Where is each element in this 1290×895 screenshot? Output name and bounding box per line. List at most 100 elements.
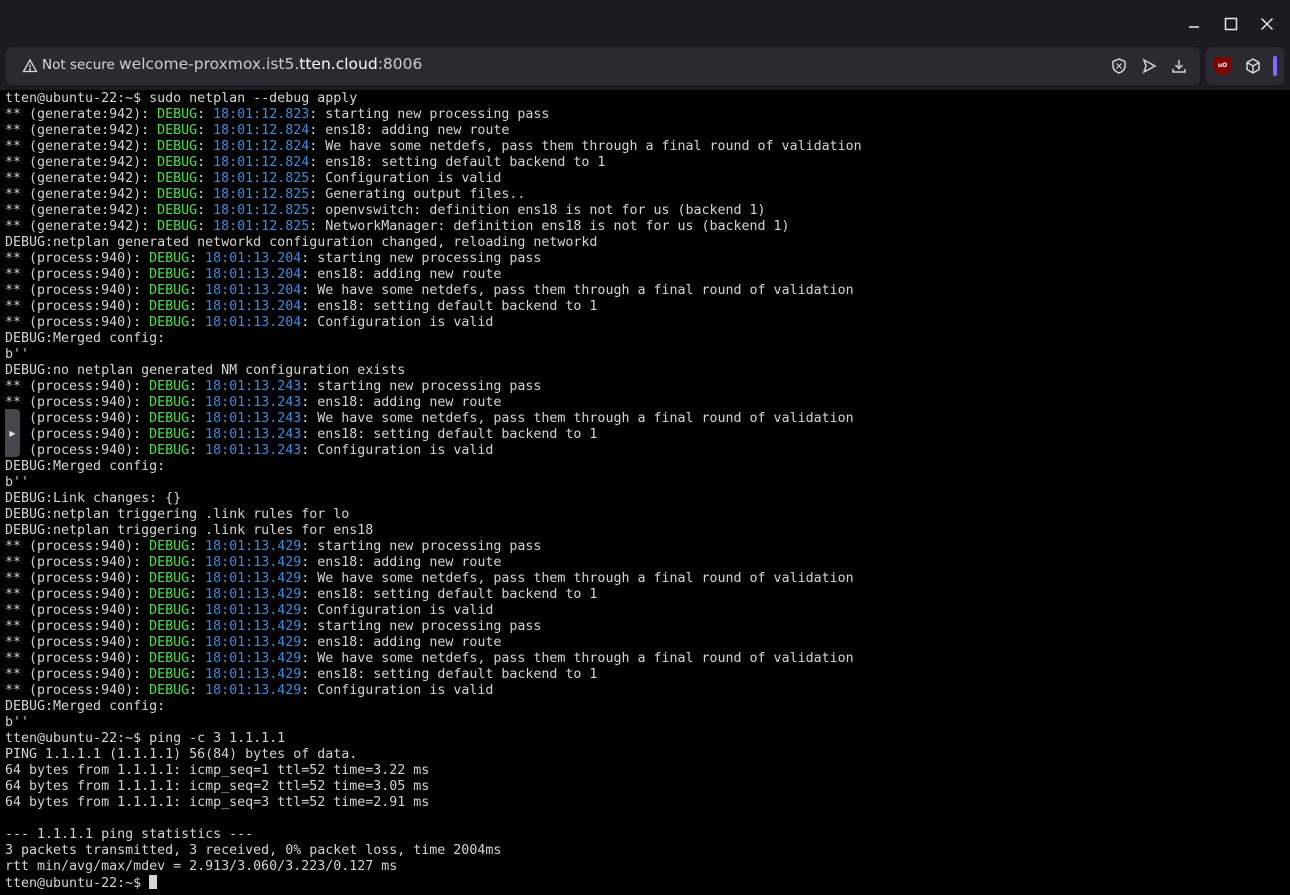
terminal-text-segment: :: [197, 123, 214, 138]
terminal-text-segment: :: [189, 539, 206, 554]
terminal-text-segment: ** (process:940):: [5, 267, 150, 282]
terminal-line: 3 packets transmitted, 3 received, 0% pa…: [5, 843, 862, 859]
ublock-icon[interactable]: uO: [1214, 57, 1231, 75]
timestamp: 18:01:12.825: [213, 187, 310, 202]
terminal-text-segment: ** (process:940):: [5, 283, 150, 298]
terminal-output[interactable]: tten@ubuntu-22:~$ sudo netplan --debug a…: [0, 90, 1290, 895]
shield-icon[interactable]: [1110, 57, 1128, 75]
terminal-text-segment: :: [189, 635, 206, 650]
terminal-line: ** (generate:942): DEBUG: 18:01:12.825: …: [5, 203, 862, 219]
debug-keyword: DEBUG: [149, 555, 190, 570]
terminal-text-segment: :: [189, 395, 206, 410]
terminal-text-segment: : ens18: adding new route: [301, 555, 502, 570]
terminal-text-segment: : Configuration is valid: [301, 443, 494, 458]
terminal-text-segment: : starting new processing pass: [301, 539, 542, 554]
close-icon[interactable]: [1255, 12, 1279, 36]
terminal-line: ** (generate:942): DEBUG: 18:01:12.825: …: [5, 171, 862, 187]
terminal-text-segment: ** (process:940):: [5, 427, 150, 442]
terminal-line: b'': [5, 715, 862, 731]
terminal-text-segment: ** (process:940):: [5, 443, 150, 458]
sidebar-expand-handle[interactable]: ▶: [5, 409, 20, 457]
terminal-line: DEBUG:Merged config:: [5, 459, 862, 475]
terminal-text-segment: ** (process:940):: [5, 587, 150, 602]
timestamp: 18:01:13.243: [205, 443, 302, 458]
terminal-line: DEBUG:Link changes: {}: [5, 491, 862, 507]
download-icon[interactable]: [1170, 57, 1188, 75]
cube-icon[interactable]: [1244, 57, 1262, 75]
url-bar[interactable]: Not secure welcome-proxmox.ist5.tten.clo…: [6, 47, 1200, 85]
terminal-line: ** (process:940): DEBUG: 18:01:13.429: s…: [5, 539, 862, 555]
terminal-text-segment: ** (generate:942):: [5, 171, 158, 186]
terminal-text-segment: : openvswitch: definition ens18 is not f…: [309, 203, 766, 218]
terminal-text-segment: DEBUG:Link changes: {}: [5, 491, 182, 506]
terminal-text-segment: : ens18: adding new route: [301, 635, 502, 650]
terminal-text-segment: : Configuration is valid: [301, 315, 494, 330]
terminal-line: ** (generate:942): DEBUG: 18:01:12.823: …: [5, 107, 862, 123]
terminal-text-segment: : ens18: setting default backend to 1: [301, 667, 598, 682]
terminal-text-segment: :: [189, 667, 206, 682]
timestamp: 18:01:13.429: [205, 651, 302, 666]
timestamp: 18:01:13.204: [205, 251, 302, 266]
terminal-text-segment: ** (generate:942):: [5, 139, 158, 154]
debug-keyword: DEBUG: [149, 619, 190, 634]
terminal-line: ** (process:940): DEBUG: 18:01:13.429: e…: [5, 635, 862, 651]
terminal-text-segment: ** (generate:942):: [5, 123, 158, 138]
terminal-text-segment: DEBUG:Merged config:: [5, 699, 166, 714]
terminal-line: 64 bytes from 1.1.1.1: icmp_seq=3 ttl=52…: [5, 795, 862, 811]
terminal-text-segment: :: [189, 251, 206, 266]
timestamp: 18:01:13.429: [205, 603, 302, 618]
terminal-text-segment: 3 packets transmitted, 3 received, 0% pa…: [5, 843, 502, 858]
terminal-line: ** (generate:942): DEBUG: 18:01:12.824: …: [5, 139, 862, 155]
terminal-text-segment: ** (process:940):: [5, 251, 150, 266]
debug-keyword: DEBUG: [149, 667, 190, 682]
debug-keyword: DEBUG: [149, 539, 190, 554]
terminal-cursor: [149, 875, 158, 889]
terminal-text-segment: ** (process:940):: [5, 539, 150, 554]
debug-keyword: DEBUG: [149, 315, 190, 330]
minimize-icon[interactable]: [1182, 12, 1206, 36]
warning-icon[interactable]: [22, 58, 38, 74]
url-text[interactable]: welcome-proxmox.ist5.tten.cloud:8006: [119, 55, 422, 73]
timestamp: 18:01:12.825: [213, 219, 310, 234]
url-domain: tten.cloud: [299, 55, 378, 73]
timestamp: 18:01:13.243: [205, 395, 302, 410]
terminal-text-segment: :: [189, 299, 206, 314]
terminal-text-segment: ** (process:940):: [5, 667, 150, 682]
timestamp: 18:01:13.429: [205, 571, 302, 586]
terminal-line: ** (process:940): DEBUG: 18:01:13.204: C…: [5, 315, 862, 331]
terminal-text-segment: tten@ubuntu-22:~$: [5, 876, 150, 891]
terminal-text-segment: ** (process:940):: [5, 299, 150, 314]
terminal-line: ** (generate:942): DEBUG: 18:01:12.825: …: [5, 219, 862, 235]
timestamp: 18:01:13.204: [205, 283, 302, 298]
debug-keyword: DEBUG: [149, 651, 190, 666]
timestamp: 18:01:13.429: [205, 587, 302, 602]
timestamp: 18:01:12.824: [213, 139, 310, 154]
terminal-text-segment: :: [189, 443, 206, 458]
window-titlebar: [0, 0, 1290, 46]
url-port: :8006: [377, 55, 423, 73]
terminal-line: tten@ubuntu-22:~$: [5, 875, 862, 891]
send-icon[interactable]: [1140, 57, 1158, 75]
maximize-icon[interactable]: [1219, 12, 1243, 36]
extensions-bar: uO: [1206, 47, 1284, 85]
timestamp: 18:01:12.825: [213, 203, 310, 218]
terminal-text-segment: :: [189, 571, 206, 586]
terminal-line: ** (process:940): DEBUG: 18:01:13.204: e…: [5, 299, 862, 315]
timestamp: 18:01:12.824: [213, 155, 310, 170]
terminal-text-segment: 64 bytes from 1.1.1.1: icmp_seq=3 ttl=52…: [5, 795, 430, 810]
debug-keyword: DEBUG: [149, 395, 190, 410]
debug-keyword: DEBUG: [149, 683, 190, 698]
debug-keyword: DEBUG: [157, 139, 198, 154]
terminal-text-segment: DEBUG:netplan triggering .link rules for…: [5, 523, 374, 538]
security-status-label[interactable]: Not secure: [42, 57, 115, 73]
terminal-text-segment: :: [197, 139, 214, 154]
terminal-text-segment: : We have some netdefs, pass them throug…: [301, 651, 854, 666]
terminal-text-segment: DEBUG:Merged config:: [5, 331, 166, 346]
terminal-text-segment: :: [189, 555, 206, 570]
terminal-text-segment: rtt min/avg/max/mdev = 2.913/3.060/3.223…: [5, 859, 398, 874]
terminal-line: ** (process:940): DEBUG: 18:01:13.429: C…: [5, 603, 862, 619]
terminal-line: b'': [5, 347, 862, 363]
url-prefix: welcome-proxmox.ist5.: [119, 55, 300, 73]
debug-keyword: DEBUG: [157, 171, 198, 186]
terminal-text-segment: ** (generate:942):: [5, 155, 158, 170]
